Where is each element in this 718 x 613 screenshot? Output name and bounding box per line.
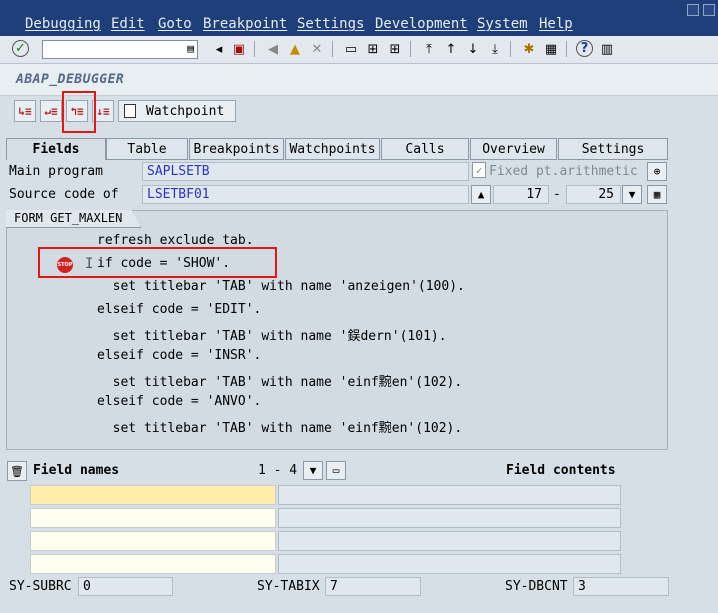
field-name-input[interactable] [30, 508, 276, 528]
line-range-dash: - [553, 187, 561, 202]
sy-tabix-field[interactable]: 7 [325, 577, 421, 596]
menu-bar: Debugging Edit Goto Breakpoint Settings … [0, 0, 718, 36]
watchpoint-button[interactable]: Watchpoint [118, 100, 236, 122]
standard-toolbar: ✓ ▤ ◂ ▣ ◀ ▲ ✕ ▭ ⊞ ⊞ ⤒ ↑ ↓ ⤓ ✱ ▦ ? ▥ [0, 36, 718, 64]
maximize-icon[interactable]: ⊕ [647, 162, 667, 181]
code-line-9[interactable]: set titlebar 'TAB' with name 'einf黦en'(1… [97, 417, 463, 436]
highlight-box [38, 247, 277, 278]
command-field[interactable]: ▤ [42, 40, 198, 59]
command-field-history-icon[interactable]: ▤ [187, 42, 194, 55]
field-name-input[interactable] [30, 554, 276, 574]
field-name-input[interactable] [30, 485, 276, 505]
toolbar-separator [566, 41, 567, 57]
tab-calls[interactable]: Calls [381, 138, 469, 160]
tab-fields[interactable]: Fields [6, 138, 106, 160]
save-icon[interactable]: ▣ [230, 40, 248, 58]
sy-subrc-label: SY-SUBRC [9, 579, 72, 594]
field-content-input[interactable] [278, 485, 621, 505]
execute-icon[interactable]: ↵≡ [40, 100, 62, 122]
source-code-field[interactable]: LSETBF01 [142, 185, 469, 204]
title-bar: ABAP_DEBUGGER [0, 64, 718, 96]
enter-icon[interactable]: ✓ [12, 40, 29, 57]
page-title: ABAP_DEBUGGER [16, 72, 125, 87]
code-line-5[interactable]: set titlebar 'TAB' with name '鋘dern'(101… [97, 325, 447, 344]
main-program-field[interactable]: SAPLSETB [142, 162, 469, 181]
code-line-8[interactable]: elseif code = 'ANVO'. [97, 394, 261, 409]
tab-breakpoints[interactable]: Breakpoints [189, 138, 284, 160]
sy-subrc-field[interactable]: 0 [78, 577, 173, 596]
menu-breakpoint[interactable]: Breakpoint [203, 16, 287, 32]
sy-dbcnt-label: SY-DBCNT [505, 579, 568, 594]
back-arrow-icon[interactable]: ◂ [210, 40, 228, 58]
menu-goto[interactable]: Goto [158, 16, 192, 32]
highlight-box [62, 91, 96, 133]
toolbar-separator [254, 41, 255, 57]
back-icon[interactable]: ◀ [264, 40, 282, 58]
line-to-field[interactable]: 25 [566, 185, 621, 204]
sy-dbcnt-field[interactable]: 3 [573, 577, 669, 596]
help-icon[interactable]: ? [576, 40, 593, 57]
scroll-up-icon[interactable]: ▲ [471, 185, 491, 204]
single-step-icon[interactable]: ↳≡ [14, 100, 36, 122]
range-dropdown-icon[interactable]: ▼ [303, 461, 323, 480]
tab-overview[interactable]: Overview [470, 138, 557, 160]
field-name-input[interactable] [30, 531, 276, 551]
menu-development[interactable]: Development [375, 16, 468, 32]
range-page-icon[interactable]: ▭ [326, 461, 346, 480]
field-range-label: 1 - 4 [258, 463, 298, 478]
form-name-label: FORM GET_MAXLEN [6, 210, 141, 228]
field-names-label: Field names [33, 463, 120, 478]
document-icon [124, 104, 136, 118]
code-line-1[interactable]: refresh exclude tab. [97, 233, 254, 248]
field-content-input[interactable] [278, 554, 621, 574]
toolbar-separator [332, 41, 333, 57]
tab-table[interactable]: Table [106, 138, 188, 160]
field-content-input[interactable] [278, 531, 621, 551]
trash-icon[interactable]: 🗑 [7, 461, 27, 481]
restore-icon[interactable] [703, 4, 715, 16]
code-line-7[interactable]: set titlebar 'TAB' with name 'einf黦en'(1… [97, 371, 463, 390]
menu-settings[interactable]: Settings [297, 16, 364, 32]
previous-page-icon[interactable]: ↑ [442, 40, 460, 58]
scroll-down-icon[interactable]: ▼ [622, 185, 642, 204]
sy-tabix-label: SY-TABIX [257, 579, 320, 594]
code-line-3[interactable]: set titlebar 'TAB' with name 'anzeigen'(… [97, 279, 465, 294]
last-page-icon[interactable]: ⤓ [486, 40, 504, 58]
shortcut-icon[interactable]: ▦ [542, 40, 560, 58]
fixed-point-checkbox[interactable]: ✓ [472, 162, 486, 178]
tab-watchpoints[interactable]: Watchpoints [285, 138, 380, 160]
toolbar-separator [510, 41, 511, 57]
minimize-icon[interactable] [687, 4, 699, 16]
code-line-6[interactable]: elseif code = 'INSR'. [97, 348, 261, 363]
main-program-label: Main program [9, 164, 103, 179]
fixed-point-label: Fixed pt.arithmetic [489, 164, 638, 179]
display-list-icon[interactable]: ▦ [647, 185, 667, 204]
code-line-4[interactable]: elseif code = 'EDIT'. [97, 302, 261, 317]
menu-debugging[interactable]: Debugging [25, 16, 101, 32]
toolbar-separator [410, 41, 411, 57]
cancel-icon[interactable]: ✕ [308, 40, 326, 58]
tab-settings[interactable]: Settings [558, 138, 668, 160]
watchpoint-button-label: Watchpoint [146, 103, 225, 119]
print-icon[interactable]: ▭ [342, 40, 360, 58]
menu-system[interactable]: System [477, 16, 528, 32]
find-next-icon[interactable]: ⊞ [386, 40, 404, 58]
layout-menu-icon[interactable]: ▥ [598, 40, 616, 58]
first-page-icon[interactable]: ⤒ [420, 40, 438, 58]
find-icon[interactable]: ⊞ [364, 40, 382, 58]
line-from-field[interactable]: 17 [493, 185, 549, 204]
field-content-input[interactable] [278, 508, 621, 528]
source-code-label: Source code of [9, 187, 119, 202]
field-contents-label: Field contents [506, 463, 616, 478]
create-session-icon[interactable]: ✱ [520, 40, 538, 58]
exit-icon[interactable]: ▲ [286, 40, 304, 58]
menu-edit[interactable]: Edit [111, 16, 145, 32]
next-page-icon[interactable]: ↓ [464, 40, 482, 58]
menu-help[interactable]: Help [539, 16, 573, 32]
